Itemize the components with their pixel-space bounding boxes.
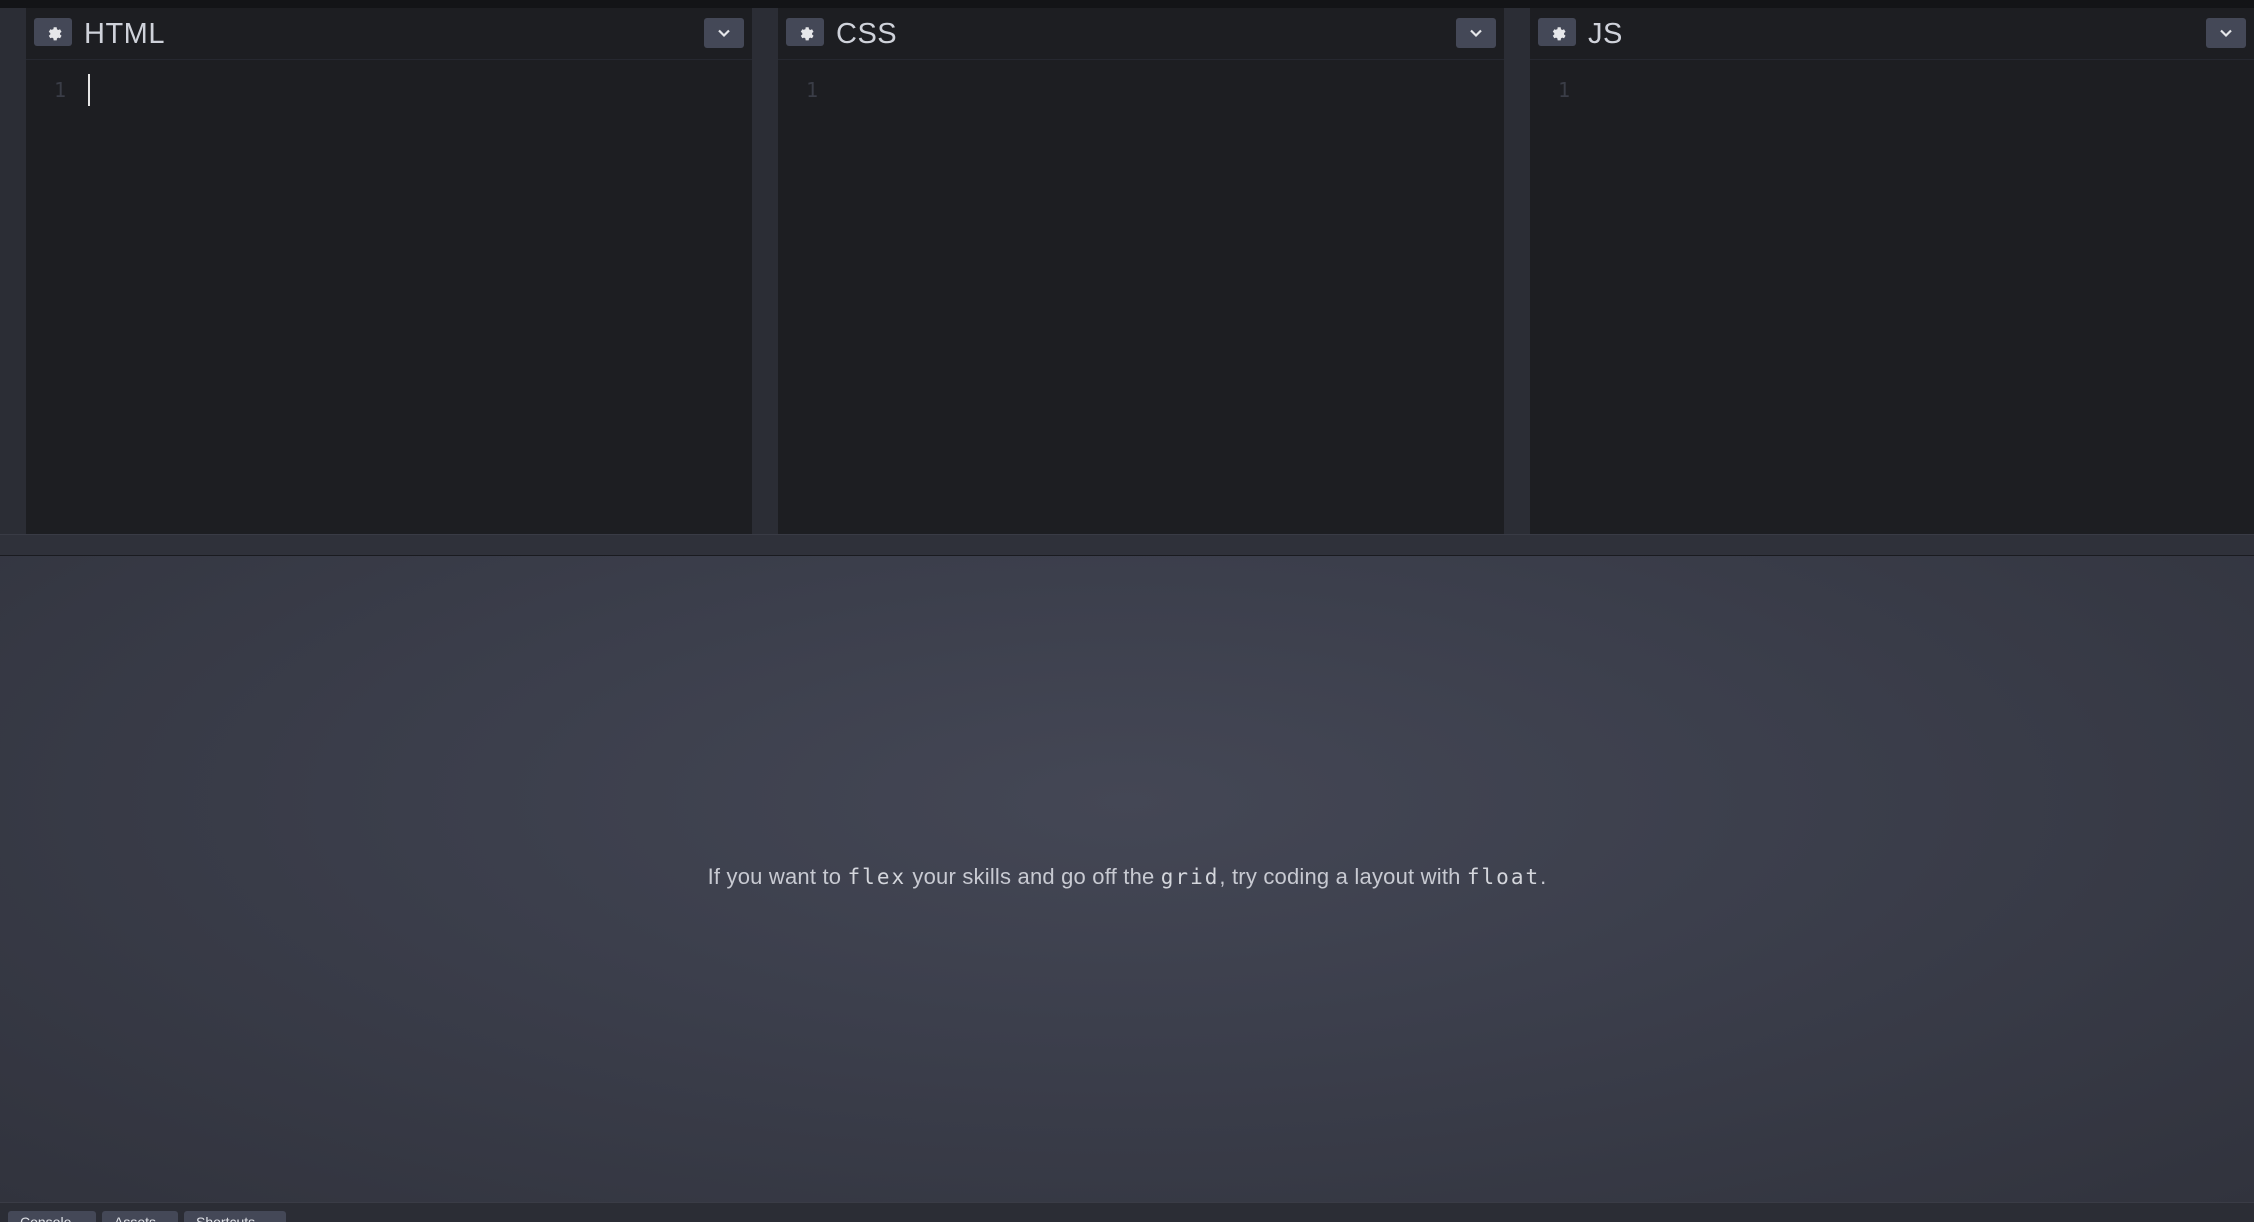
- console-tab[interactable]: Console: [8, 1211, 96, 1222]
- html-code-area[interactable]: 1: [26, 60, 752, 534]
- preview-panel: If you want to flex your skills and go o…: [0, 556, 2254, 1202]
- gear-icon: [48, 27, 62, 41]
- css-editor-title: CSS: [836, 18, 898, 50]
- chevron-down-icon: [718, 29, 730, 38]
- gear-icon: [1552, 27, 1566, 41]
- line-number: 1: [54, 78, 67, 102]
- assets-tab[interactable]: Assets: [102, 1211, 178, 1222]
- css-code-area[interactable]: 1: [778, 60, 1504, 534]
- html-editor-header: HTML: [26, 8, 752, 60]
- html-settings-button[interactable]: [34, 18, 72, 46]
- preview-text-segment: your skills and go off the: [906, 864, 1161, 889]
- codepen-editor-app: HTML 1 CSS 1 JS 1 If you want to flex yo…: [0, 0, 2254, 1222]
- js-editor-title: JS: [1588, 18, 1623, 50]
- html-editor-title: HTML: [84, 18, 165, 50]
- chevron-down-icon: [1470, 29, 1482, 38]
- shortcuts-tab[interactable]: Shortcuts: [184, 1211, 286, 1222]
- html-editor-pane: HTML 1: [26, 8, 752, 534]
- chevron-down-icon: [2220, 29, 2232, 38]
- css-collapse-button[interactable]: [1456, 18, 1496, 48]
- preview-code-float: float: [1466, 865, 1541, 889]
- preview-code-grid: grid: [1160, 865, 1220, 889]
- top-strip: [0, 0, 2254, 8]
- js-editor-pane: JS 1: [1530, 8, 2254, 534]
- css-editor-header: CSS: [778, 8, 1504, 60]
- js-editor-header: JS: [1530, 8, 2254, 60]
- editor-panes: HTML 1 CSS 1 JS 1: [0, 8, 2254, 534]
- css-settings-button[interactable]: [786, 18, 824, 46]
- js-code-area[interactable]: 1: [1530, 60, 2254, 534]
- line-number: 1: [806, 78, 819, 102]
- js-settings-button[interactable]: [1538, 18, 1576, 46]
- preview-message: If you want to flex your skills and go o…: [0, 864, 2254, 890]
- preview-code-flex: flex: [847, 865, 907, 889]
- line-number: 1: [1558, 78, 1571, 102]
- text-cursor: [88, 74, 90, 106]
- gear-icon: [800, 27, 814, 41]
- bottom-bar: Console Assets Shortcuts: [0, 1202, 2254, 1222]
- js-collapse-button[interactable]: [2206, 18, 2246, 48]
- preview-text-segment: , try coding a layout with: [1219, 864, 1467, 889]
- css-editor-pane: CSS 1: [778, 8, 1504, 534]
- html-collapse-button[interactable]: [704, 18, 744, 48]
- preview-text-segment: .: [1540, 864, 1547, 889]
- preview-text-segment: If you want to: [707, 864, 848, 889]
- resize-handle[interactable]: [0, 534, 2254, 556]
- left-gutter: [0, 8, 26, 534]
